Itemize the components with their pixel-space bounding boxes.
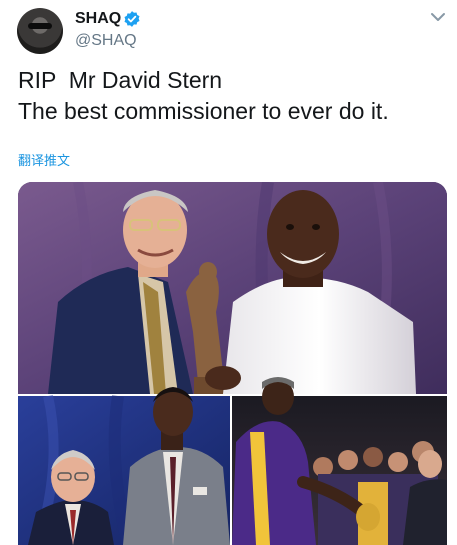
photo-bottom-left (18, 387, 230, 545)
chevron-down-icon[interactable] (429, 10, 447, 24)
author-handle[interactable]: @SHAQ (75, 32, 137, 50)
photo-top (18, 182, 447, 396)
photo-bottom-right (232, 377, 447, 545)
media-photos (18, 182, 447, 545)
author-name[interactable]: SHAQ (75, 10, 121, 28)
verified-badge-icon (124, 11, 140, 27)
tweet-text-line-2: The best commissioner to ever do it. (18, 98, 389, 124)
tweet-text-line-1: RIP Mr David Stern (18, 67, 223, 93)
translate-tweet-link[interactable]: 翻译推文 (18, 150, 70, 169)
avatar[interactable] (17, 8, 63, 54)
tweet-media[interactable] (18, 182, 447, 545)
